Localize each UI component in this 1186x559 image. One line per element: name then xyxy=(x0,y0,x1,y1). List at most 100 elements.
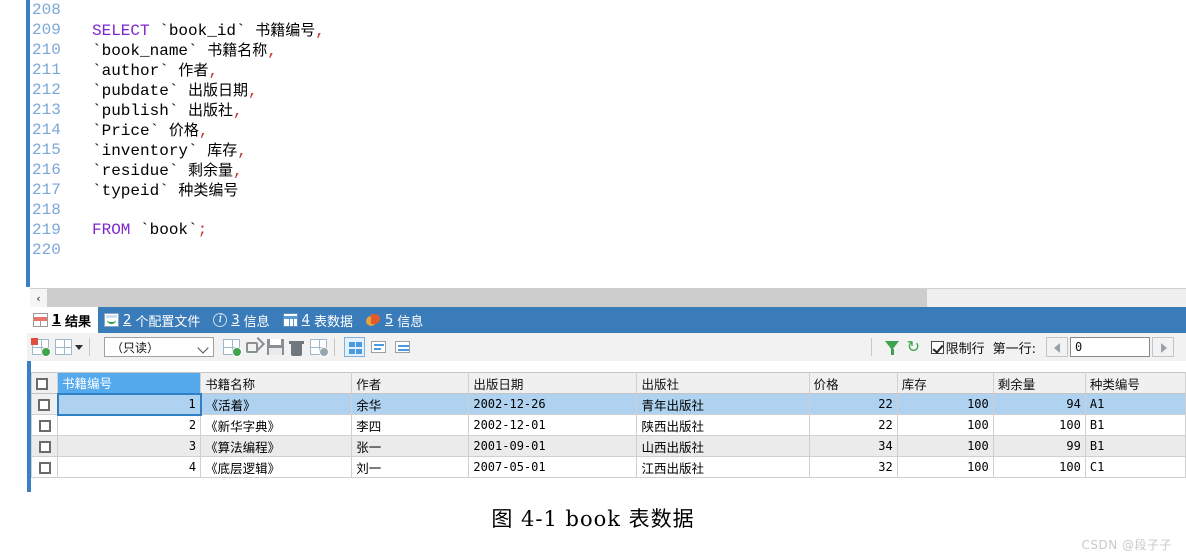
column-header-pubdate[interactable]: 出版日期 xyxy=(468,372,638,394)
result-tab-bar[interactable]: 1 结果 2 个配置文件 3 信息 4 表数据 5 信息 xyxy=(27,307,1186,333)
column-header-price[interactable]: 价格 xyxy=(808,372,898,394)
scrollbar-track[interactable] xyxy=(927,289,1186,307)
refresh-icon[interactable]: ↻ xyxy=(907,339,923,355)
column-header-inventory[interactable]: 库存 xyxy=(896,372,994,394)
cell-typeid[interactable]: B1 xyxy=(1084,414,1186,436)
select-all-checkbox-header[interactable] xyxy=(30,372,59,394)
data-grid[interactable]: 书籍编号 书籍名称 作者 出版日期 出版社 价格 库存 剩余量 种类编号 1 《… xyxy=(27,361,1186,492)
cell-price[interactable]: 22 xyxy=(808,393,898,415)
remove-record-icon[interactable] xyxy=(309,338,329,357)
cell-book-name[interactable]: 《算法编程》 xyxy=(200,435,353,457)
table-row[interactable]: 1 《活着》 余华 2002-12-26 青年出版社 22 100 94 A1 xyxy=(30,392,1186,416)
checkbox-icon[interactable] xyxy=(38,462,51,474)
cell-pubdate[interactable]: 2007-05-01 xyxy=(468,456,638,478)
code-line: FROM `book`; xyxy=(92,220,1182,240)
cell-author[interactable]: 余华 xyxy=(351,393,470,415)
cell-residue[interactable]: 100 xyxy=(992,414,1086,436)
table-row[interactable]: 3 《算法编程》 张一 2001-09-01 山西出版社 34 100 99 B… xyxy=(30,435,1186,457)
checkbox-icon[interactable] xyxy=(38,399,51,411)
scrollbar-thumb[interactable] xyxy=(47,289,927,307)
cell-book-name[interactable]: 《新华字典》 xyxy=(200,414,353,436)
cell-inventory[interactable]: 100 xyxy=(896,414,994,436)
tab-profiles[interactable]: 2 个配置文件 xyxy=(98,307,207,333)
cell-book-id[interactable]: 3 xyxy=(57,435,202,457)
note-view-icon[interactable] xyxy=(392,337,413,357)
form-view-icon[interactable] xyxy=(368,337,389,357)
row-checkbox-cell[interactable] xyxy=(30,456,59,478)
cell-residue[interactable]: 94 xyxy=(992,393,1086,415)
share-record-icon[interactable] xyxy=(246,339,263,355)
cell-book-id[interactable]: 2 xyxy=(57,414,202,436)
cell-author[interactable]: 张一 xyxy=(351,435,470,457)
table-row[interactable]: 4 《底层逻辑》 刘一 2007-05-01 江西出版社 32 100 100 … xyxy=(30,456,1186,478)
chevron-down-icon[interactable] xyxy=(75,344,83,350)
column-header-residue[interactable]: 剩余量 xyxy=(992,372,1086,394)
column-header-publish[interactable]: 出版社 xyxy=(636,372,810,394)
edit-mode-select[interactable]: （只读） xyxy=(104,337,214,357)
code-line: `author` 作者, xyxy=(92,60,1182,80)
checkbox-icon[interactable] xyxy=(38,420,51,432)
editor-code-area[interactable]: SELECT `book_id` 书籍编号, `book_name` 书籍名称,… xyxy=(92,0,1182,287)
scroll-left-arrow-icon[interactable]: ‹ xyxy=(30,289,47,307)
limit-rows-checkbox[interactable] xyxy=(930,340,944,354)
cell-author[interactable]: 刘一 xyxy=(351,456,470,478)
cell-publish[interactable]: 江西出版社 xyxy=(636,456,810,478)
data-grid-toolbar[interactable]: （只读） ↻ 限制行 第一行: 0 xyxy=(27,333,1186,362)
cell-book-id[interactable]: 4 xyxy=(57,456,202,478)
row-checkbox-cell[interactable] xyxy=(30,393,59,415)
first-row-input[interactable]: 0 xyxy=(1070,337,1150,357)
tab-info-3[interactable]: 3 信息 xyxy=(207,307,276,333)
cell-book-name[interactable]: 《活着》 xyxy=(200,393,353,415)
checkbox-icon[interactable] xyxy=(38,441,51,453)
code-line: `residue` 剩余量, xyxy=(92,160,1182,180)
sql-editor[interactable]: 208 209 210 211 212 213 214 215 216 217 … xyxy=(0,0,1186,287)
select-record-icon[interactable] xyxy=(54,338,73,356)
next-arrow-icon[interactable] xyxy=(1152,337,1174,357)
add-record-icon[interactable] xyxy=(222,338,242,357)
tab-results[interactable]: 1 结果 xyxy=(27,307,99,333)
cell-book-name[interactable]: 《底层逻辑》 xyxy=(200,456,353,478)
column-header-book-id[interactable]: 书籍编号 xyxy=(57,372,202,394)
cell-price[interactable]: 22 xyxy=(808,414,898,436)
toolbar-separator xyxy=(870,338,872,356)
tab-table-data[interactable]: 4 表数据 xyxy=(277,307,360,333)
cell-pubdate[interactable]: 2002-12-26 xyxy=(468,393,638,415)
cell-typeid[interactable]: C1 xyxy=(1084,456,1186,478)
cell-residue[interactable]: 99 xyxy=(992,435,1086,457)
cell-price[interactable]: 34 xyxy=(808,435,898,457)
row-checkbox-cell[interactable] xyxy=(30,435,59,457)
sql-punct: , xyxy=(248,82,258,100)
cell-pubdate[interactable]: 2001-09-01 xyxy=(468,435,638,457)
cell-publish[interactable]: 陕西出版社 xyxy=(636,414,810,436)
filter-funnel-icon[interactable] xyxy=(884,340,900,355)
tab-info-5[interactable]: 5 信息 xyxy=(360,307,430,333)
grid-view-icon[interactable] xyxy=(344,337,365,357)
save-icon[interactable] xyxy=(267,339,284,355)
cell-pubdate[interactable]: 2002-12-01 xyxy=(468,414,638,436)
new-record-icon[interactable] xyxy=(31,338,51,357)
cell-inventory[interactable]: 100 xyxy=(896,456,994,478)
trash-icon[interactable] xyxy=(289,339,304,356)
sql-alias: 书籍编号 xyxy=(255,21,316,39)
cell-author[interactable]: 李四 xyxy=(351,414,470,436)
cell-inventory[interactable]: 100 xyxy=(896,393,994,415)
column-header-typeid[interactable]: 种类编号 xyxy=(1084,372,1186,394)
column-header-author[interactable]: 作者 xyxy=(351,372,470,394)
cell-inventory[interactable]: 100 xyxy=(896,435,994,457)
editor-horizontal-scrollbar[interactable]: ‹ xyxy=(30,288,1186,307)
table-row[interactable]: 2 《新华字典》 李四 2002-12-01 陕西出版社 22 100 100 … xyxy=(30,414,1186,436)
prev-arrow-icon[interactable] xyxy=(1046,337,1068,357)
cell-publish[interactable]: 青年出版社 xyxy=(636,393,810,415)
cell-typeid[interactable]: A1 xyxy=(1084,393,1186,415)
cell-typeid[interactable]: B1 xyxy=(1084,435,1186,457)
sql-identifier: `inventory` xyxy=(92,142,198,160)
cell-book-id[interactable]: 1 xyxy=(56,392,202,416)
row-checkbox-cell[interactable] xyxy=(30,414,59,436)
checkbox-icon[interactable] xyxy=(36,378,48,390)
sql-alias: 作者 xyxy=(178,61,209,79)
cell-residue[interactable]: 100 xyxy=(992,456,1086,478)
cell-price[interactable]: 32 xyxy=(808,456,898,478)
cell-publish[interactable]: 山西出版社 xyxy=(636,435,810,457)
result-table[interactable]: 书籍编号 书籍名称 作者 出版日期 出版社 价格 库存 剩余量 种类编号 1 《… xyxy=(30,372,1186,478)
column-header-book-name[interactable]: 书籍名称 xyxy=(200,372,353,394)
